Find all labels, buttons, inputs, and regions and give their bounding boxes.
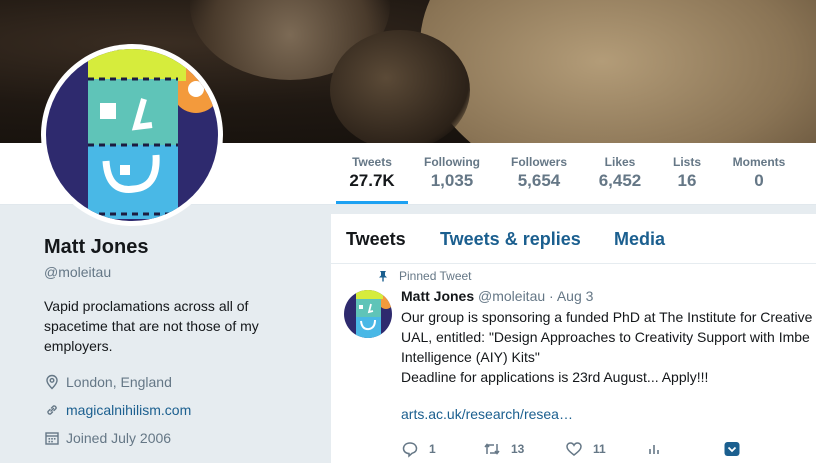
like-count: 11	[593, 442, 606, 456]
nav-followers-count: 5,654	[517, 171, 561, 190]
profile-name[interactable]: Matt Jones	[44, 236, 314, 259]
like-button[interactable]: 11	[565, 440, 606, 458]
nav-following[interactable]: Following 1,035	[416, 143, 488, 205]
bio-line: spacetime that are not those of my	[44, 318, 259, 334]
tweet-avatar[interactable]	[344, 290, 392, 338]
nav-likes-count: 6,452	[598, 171, 642, 190]
more-button[interactable]	[723, 440, 751, 458]
retweet-button[interactable]: 13	[483, 440, 524, 458]
nav-moments-count: 0	[754, 171, 764, 190]
nav-moments[interactable]: Moments 0	[726, 143, 792, 205]
profile-joined: Joined July 2006	[44, 424, 314, 452]
nav-moments-label: Moments	[732, 155, 786, 169]
tab-tweets[interactable]: Tweets	[346, 229, 406, 250]
tab-tweets-replies[interactable]: Tweets & replies	[440, 229, 581, 250]
tweet-text: Our group is sponsoring a funded PhD at …	[401, 307, 816, 387]
tweet-line: Our group is sponsoring a funded PhD at …	[401, 309, 813, 325]
retweet-icon	[484, 443, 500, 455]
tab-media[interactable]: Media	[614, 229, 665, 250]
chevron-down-icon	[724, 442, 740, 456]
timeline-tabs: Tweets Tweets & replies Media	[331, 214, 816, 264]
profile-location: London, England	[44, 368, 314, 396]
nav-tweets-count: 27.7K	[349, 171, 395, 190]
profile-bio: Vapid proclamations across all of spacet…	[44, 296, 314, 356]
retweet-count: 13	[511, 442, 525, 456]
location-text: London, England	[66, 374, 172, 390]
nav-lists-count: 16	[677, 171, 697, 190]
pinned-indicator: Pinned Tweet	[377, 269, 472, 283]
reply-count: 1	[429, 442, 436, 456]
tweet-line: UAL, entitled: "Design Approaches to Cre…	[401, 329, 810, 345]
profile-card: Matt Jones @moleitau Vapid proclamations…	[44, 236, 314, 452]
timeline: Tweets Tweets & replies Media Pinned Twe…	[331, 214, 816, 463]
pinned-label: Pinned Tweet	[399, 269, 472, 283]
tweet-author-name[interactable]: Matt Jones	[401, 288, 474, 304]
bio-line: employers.	[44, 338, 113, 354]
bio-line: Vapid proclamations across all of	[44, 298, 249, 314]
reply-button[interactable]: 1	[401, 440, 436, 458]
nav-tweets-label: Tweets	[352, 155, 392, 169]
tweet-line: Deadline for applications is 23rd August…	[401, 369, 709, 385]
pin-icon	[379, 271, 387, 282]
nav-tweets[interactable]: Tweets 27.7K	[336, 143, 408, 204]
nav-lists[interactable]: Lists 16	[664, 143, 710, 205]
profile-meta: London, England magicalnihilism.com Join…	[44, 368, 314, 452]
tweet-header: Matt Jones @moleitau · Aug 3	[401, 288, 593, 304]
location-pin-icon	[46, 374, 58, 390]
reply-icon	[402, 442, 418, 458]
joined-text: Joined July 2006	[66, 430, 172, 446]
analytics-button[interactable]	[645, 440, 673, 458]
calendar-icon	[45, 432, 59, 445]
tweet-author-handle[interactable]: @moleitau	[478, 288, 545, 304]
link-icon	[47, 405, 57, 415]
tweet-link[interactable]: arts.ac.uk/research/resea…	[401, 406, 573, 422]
nav-followers-label: Followers	[510, 155, 567, 169]
nav-following-label: Following	[424, 155, 480, 169]
tweet-line: Intelligence (AIY) Kits"	[401, 349, 540, 365]
analytics-icon	[649, 445, 659, 454]
website-link[interactable]: magicalnihilism.com	[66, 402, 191, 418]
tweet-date[interactable]: · Aug 3	[549, 288, 593, 304]
avatar-image	[46, 49, 218, 221]
nav-likes[interactable]: Likes 6,452	[588, 143, 652, 205]
profile-handle[interactable]: @moleitau	[44, 264, 314, 280]
nav-lists-label: Lists	[672, 155, 701, 169]
nav-likes-label: Likes	[604, 155, 636, 169]
nav-followers[interactable]: Followers 5,654	[503, 143, 575, 205]
nav-following-count: 1,035	[430, 171, 474, 190]
profile-avatar[interactable]	[41, 44, 223, 226]
profile-website: magicalnihilism.com	[44, 396, 314, 424]
heart-icon	[566, 442, 582, 456]
tweet-actions: 1 13 11	[401, 440, 816, 458]
